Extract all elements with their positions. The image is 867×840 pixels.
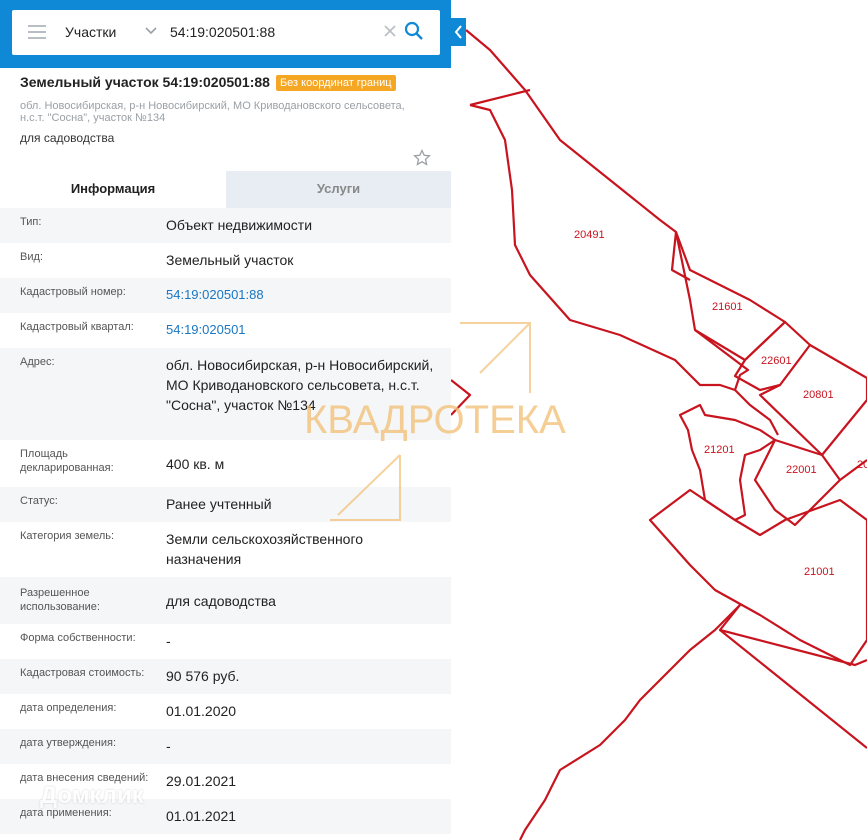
info-row-def-date: дата определения: 01.01.2020: [0, 694, 451, 729]
chevron-down-icon[interactable]: [144, 23, 158, 37]
info-row-cadnum: Кадастровый номер: 54:19:020501:88: [0, 278, 451, 313]
info-row-cost: Кадастровая стоимость: 90 576 руб.: [0, 659, 451, 694]
info-value: 01.01.2021: [166, 808, 237, 824]
info-value: для садоводства: [166, 593, 276, 609]
info-label: Вид:: [20, 251, 43, 263]
kvadroteka-watermark: КВАДРОТЕКА: [304, 322, 566, 521]
info-value: 90 576 руб.: [166, 668, 240, 684]
info-row-category: Категория земель: Земли сельскохозяйстве…: [0, 522, 451, 577]
parcel-label: 20801: [803, 389, 834, 401]
domclick-watermark: Домклик: [40, 782, 144, 809]
cadastral-number-link[interactable]: 54:19:020501:88: [166, 285, 441, 305]
info-row-kind: Вид: Земельный участок: [0, 243, 451, 278]
tab-bar: Информация Услуги: [0, 171, 451, 208]
info-label: Форма собственности:: [20, 632, 136, 644]
info-value: Объект недвижимости: [166, 217, 313, 233]
info-row-type: Тип: Объект недвижимости: [0, 208, 451, 243]
info-label: Кадастровый квартал:: [20, 321, 134, 333]
chevron-left-icon: [454, 25, 462, 39]
filter-select-label[interactable]: Участки: [65, 24, 116, 40]
info-label: Категория земель:: [20, 530, 115, 542]
object-title: Земельный участок 54:19:020501:88: [20, 74, 270, 90]
object-use: для садоводства: [20, 131, 115, 145]
info-value: 29.01.2021: [166, 773, 237, 789]
object-header: Земельный участок 54:19:020501:88 Без коо…: [20, 74, 440, 92]
info-value: Земельный участок: [166, 252, 294, 268]
tab-services[interactable]: Услуги: [226, 171, 451, 208]
kvadroteka-text: КВАДРОТЕКА: [304, 398, 566, 442]
info-label: Статус:: [20, 495, 58, 507]
info-row-ownership: Форма собственности: -: [0, 624, 451, 659]
info-label: дата определения:: [20, 702, 117, 714]
search-bar: Участки 54:19:020501:88: [0, 0, 451, 68]
info-label: Адрес:: [20, 356, 55, 368]
search-icon[interactable]: [404, 21, 424, 41]
parcel-label: 21201: [704, 444, 735, 456]
info-label: Кадастровая стоимость:: [20, 667, 145, 679]
object-address: обл. Новосибирская, р-н Новосибирский, М…: [20, 100, 405, 124]
close-icon[interactable]: [382, 23, 398, 39]
menu-icon[interactable]: [28, 25, 46, 39]
tab-information[interactable]: Информация: [0, 171, 226, 208]
parcel-label: 20491: [574, 229, 605, 241]
collapse-panel-button[interactable]: [451, 18, 466, 46]
info-label: дата утверждения:: [20, 737, 117, 749]
info-value: -: [166, 633, 171, 649]
parcel-label: 22001: [786, 464, 817, 476]
info-label: Разрешенное использование:: [20, 587, 100, 613]
parcel-label: 21001: [804, 566, 835, 578]
info-value: -: [166, 738, 171, 754]
info-row-approve-date: дата утверждения: -: [0, 729, 451, 764]
info-label: Тип:: [20, 216, 42, 228]
search-input[interactable]: 54:19:020501:88: [170, 24, 275, 40]
info-value: Земли сельскохозяйственного назначения: [166, 531, 364, 567]
info-label: Кадастровый номер:: [20, 286, 126, 298]
parcel-label: 21601: [712, 301, 743, 313]
search-box: Участки 54:19:020501:88: [12, 10, 440, 55]
parcel-label: 22601: [761, 355, 792, 367]
star-icon[interactable]: [413, 149, 431, 167]
info-value: 01.01.2020: [166, 703, 237, 719]
status-badge: Без координат границ: [275, 75, 396, 91]
info-label: Площадь декларированная:: [20, 448, 114, 474]
info-row-permitted: Разрешенное использование: для садоводст…: [0, 577, 451, 624]
parcel-label: 20: [857, 459, 867, 471]
